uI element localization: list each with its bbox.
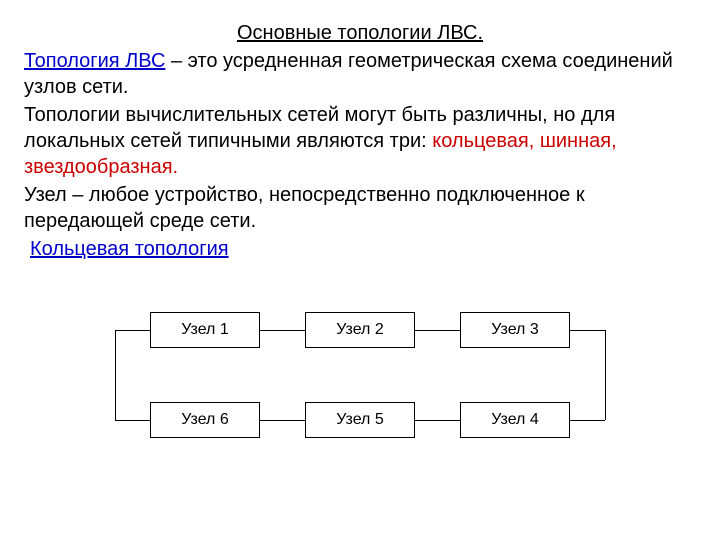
node-4: Узел 4 [460, 402, 570, 438]
ring-topology-link[interactable]: Кольцевая топология [30, 236, 696, 262]
wire [605, 330, 606, 420]
wire [415, 420, 460, 421]
node-6: Узел 6 [150, 402, 260, 438]
node-2: Узел 2 [305, 312, 415, 348]
page-title: Основные топологии ЛВС. [24, 20, 696, 46]
topology-lvs-link[interactable]: Топология ЛВС [24, 50, 165, 72]
wire [115, 330, 150, 331]
paragraph-definition: Топология ЛВС – это усредненная геометри… [24, 48, 696, 100]
wire [570, 420, 605, 421]
wire [415, 330, 460, 331]
node-3: Узел 3 [460, 312, 570, 348]
node-1: Узел 1 [150, 312, 260, 348]
paragraph-types: Топологии вычислительных сетей могут быт… [24, 102, 696, 180]
ring-topology-diagram: Узел 1 Узел 2 Узел 3 Узел 6 Узел 5 Узел … [110, 302, 610, 472]
paragraph-node-def: Узел – любое устройство, непосредственно… [24, 182, 696, 234]
wire [570, 330, 605, 331]
wire [260, 330, 305, 331]
wire [115, 330, 116, 420]
wire [260, 420, 305, 421]
node-5: Узел 5 [305, 402, 415, 438]
wire [115, 420, 150, 421]
